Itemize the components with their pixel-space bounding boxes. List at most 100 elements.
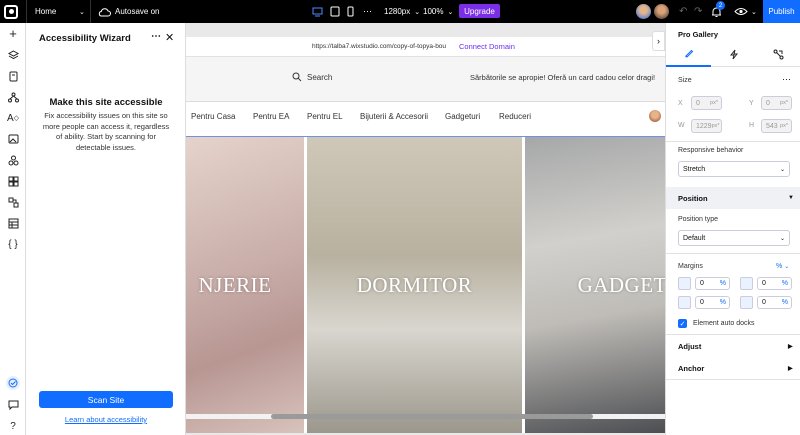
mobile-view-icon[interactable] [347, 0, 354, 23]
responsive-value: Stretch [683, 165, 706, 173]
chevron-down-icon: ⌄ [79, 8, 85, 16]
position-type-select[interactable]: Default ⌄ [678, 230, 790, 246]
caret-right-icon: ▶ [788, 365, 793, 372]
app-market-icon[interactable] [6, 174, 20, 188]
lightning-icon [729, 49, 738, 59]
preview-eye-icon[interactable]: ⌄ [734, 0, 757, 23]
gallery-item[interactable]: GADGET- [525, 137, 665, 433]
chevron-down-icon: ⌄ [447, 8, 454, 16]
editor-canvas[interactable]: https://talba7.wixstudio.com/copy-of-top… [186, 23, 665, 435]
margin-value: 0 [762, 280, 766, 287]
connect-domain-link[interactable]: Connect Domain [459, 42, 515, 51]
x-label: X [678, 100, 683, 107]
page-name: Home [35, 7, 57, 16]
gallery-item[interactable]: DORMITOR [307, 137, 522, 433]
undo-icon[interactable]: ↶ [679, 0, 687, 23]
avatar[interactable] [654, 0, 669, 23]
margins-unit-selector[interactable]: % ⌄ [776, 263, 789, 270]
nav-item[interactable]: Pentru Casa [191, 112, 235, 121]
auto-docks-checkbox[interactable]: ✓ [678, 319, 687, 328]
nav-item[interactable]: Reduceri [499, 112, 531, 121]
promo-text: Sărbătorile se apropie! Oferă un card ca… [470, 73, 656, 82]
wix-logo-icon[interactable] [4, 0, 18, 23]
wizard-heading: Make this site accessible [49, 97, 163, 108]
zoom-value: 100% [423, 7, 444, 16]
close-icon[interactable]: ✕ [165, 31, 174, 44]
site-search[interactable]: Search [307, 73, 332, 82]
position-type-label: Position type [678, 216, 719, 223]
connection-icon [773, 49, 784, 59]
desktop-view-icon[interactable] [312, 0, 323, 23]
x-field[interactable]: 0 px* [691, 96, 722, 110]
code-icon[interactable]: { } [6, 237, 20, 251]
collapse-panel-icon[interactable]: › [652, 31, 665, 51]
more-icon[interactable]: ⋯ [782, 74, 791, 85]
layers-icon[interactable] [6, 48, 20, 62]
pages-icon[interactable] [6, 69, 20, 83]
search-icon[interactable] [292, 72, 302, 85]
tab-connect[interactable] [756, 41, 800, 67]
tab-interactions[interactable] [711, 41, 756, 67]
scan-site-button[interactable]: Scan Site [39, 391, 173, 408]
position-section-header[interactable]: Position ▼ [666, 187, 800, 209]
cms-icon[interactable] [6, 216, 20, 230]
chevron-down-icon: ⌄ [751, 8, 757, 16]
more-icon[interactable]: ⋯ [151, 31, 161, 42]
nav-item[interactable]: Bijuterii & Accesorii [360, 112, 428, 121]
margin-top-right-field[interactable]: 0 % [757, 277, 792, 290]
more-icon[interactable]: ⋯ [363, 0, 372, 23]
nav-item[interactable]: Gadgeturi [445, 112, 480, 121]
w-label: W [678, 122, 685, 129]
gallery-item-title: DORMITOR [356, 272, 473, 297]
url-bar: https://talba7.wixstudio.com/copy-of-top… [186, 37, 665, 57]
avatar[interactable] [649, 110, 661, 122]
adjust-section-header[interactable]: Adjust ▶ [666, 335, 800, 357]
zoom-selector[interactable]: 100% ⌄ [423, 0, 453, 23]
chat-icon[interactable] [6, 398, 20, 412]
width-field[interactable]: 1229 px* [691, 119, 722, 133]
typography-icon[interactable]: A ◇ [6, 111, 20, 125]
tablet-view-icon[interactable] [330, 0, 340, 23]
redo-icon[interactable]: ↷ [694, 0, 702, 23]
page-selector[interactable]: Home ⌄ [35, 0, 85, 23]
margin-unit: % [781, 280, 788, 287]
chevron-down-icon: ⌄ [779, 166, 785, 173]
y-field[interactable]: 0 px* [761, 96, 792, 110]
margin-unit: % [719, 280, 726, 287]
autosave-status[interactable]: Autosave on [98, 0, 159, 23]
margin-value: 0 [762, 299, 766, 306]
help-icon[interactable]: ? [6, 419, 20, 433]
horizontal-scroll-track [186, 414, 665, 419]
site-tree-icon[interactable] [6, 90, 20, 104]
avatar[interactable] [636, 0, 651, 23]
gallery-item-title: GADGET- [577, 272, 665, 297]
integrations-icon[interactable] [6, 195, 20, 209]
responsive-select[interactable]: Stretch ⌄ [678, 161, 790, 177]
add-elements-icon[interactable]: + [6, 26, 20, 41]
margins-unit: % [776, 263, 783, 270]
margin-bottom-right-field[interactable]: 0 % [757, 296, 792, 309]
horizontal-scrollbar[interactable] [271, 414, 593, 419]
left-toolbar: + A ◇ { } ? [0, 23, 26, 435]
media-icon[interactable] [6, 132, 20, 146]
gallery-item[interactable]: NJERIE [186, 137, 304, 433]
accessibility-icon[interactable] [6, 376, 20, 390]
publish-button[interactable]: Publish [763, 0, 800, 23]
anchor-section-header[interactable]: Anchor ▶ [666, 357, 800, 379]
nav-item[interactable]: Pentru EA [253, 112, 289, 121]
notification-badge: 2 [716, 1, 725, 10]
apps-icon[interactable] [6, 153, 20, 167]
h-unit: px* [780, 123, 788, 129]
width-selector[interactable]: 1280px ⌄ [384, 0, 420, 23]
wizard-title: Accessibility Wizard [39, 33, 131, 44]
nav-item[interactable]: Pentru EL [307, 112, 343, 121]
inspector-panel: Pro Gallery Size ⋯ X 0 px* Y 0 px* W 122… [665, 23, 800, 435]
upgrade-button[interactable]: Upgrade [459, 4, 500, 18]
publish-label: Publish [768, 7, 795, 16]
learn-accessibility-link[interactable]: Learn about accessibility [26, 415, 186, 424]
margin-top-left-field[interactable]: 0 % [695, 277, 730, 290]
accessibility-wizard-panel: Accessibility Wizard ⋯ ✕ Make this site … [26, 23, 186, 435]
tab-design[interactable] [666, 41, 711, 67]
margin-bottom-left-field[interactable]: 0 % [695, 296, 730, 309]
height-field[interactable]: 543 px* [761, 119, 792, 133]
